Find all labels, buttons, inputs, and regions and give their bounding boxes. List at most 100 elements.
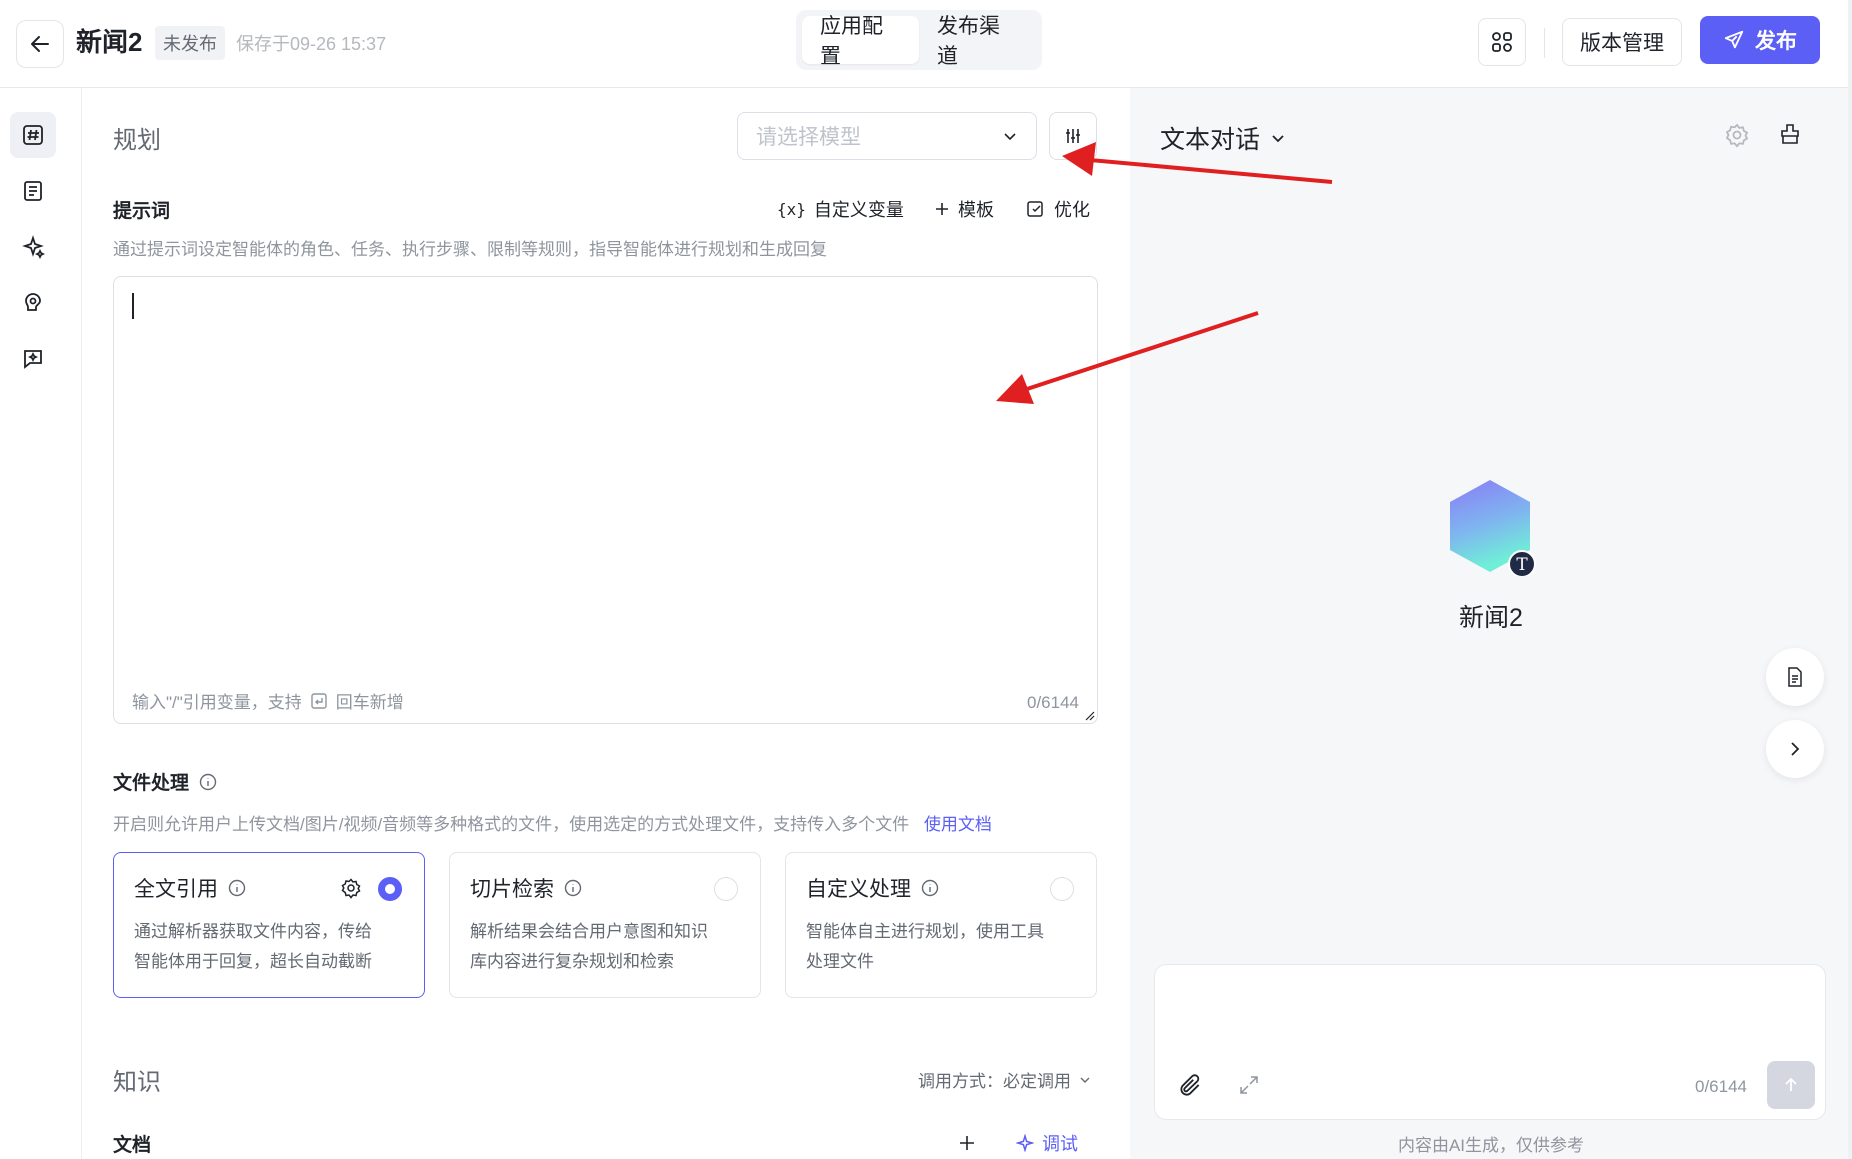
optimize-button[interactable]: 优化 xyxy=(1026,196,1090,222)
config-panel: 规划 请选择模型 提示词 {x} 自定义变量 模板 优化 通过提示词设定智能体的… xyxy=(82,88,1130,1159)
chevron-down-icon xyxy=(1004,133,1016,141)
app-grid-button[interactable] xyxy=(1478,18,1526,66)
publish-button[interactable]: 发布 xyxy=(1700,16,1820,64)
optimize-icon xyxy=(1027,201,1043,217)
card-title: 自定义处理 xyxy=(806,878,911,901)
sparkle-icon xyxy=(22,235,45,259)
rail-item-skills[interactable] xyxy=(10,224,56,270)
sliders-icon xyxy=(1066,129,1080,143)
debug-button[interactable]: 调试 xyxy=(1016,1130,1078,1156)
status-badge: 未发布 xyxy=(155,26,225,60)
brain-icon xyxy=(25,293,41,311)
preview-panel: 文本对话 T 新闻2 0/6144 内容由AI生成，仅供参考 xyxy=(1130,88,1852,1159)
agent-avatar: T xyxy=(1450,480,1536,576)
info-icon[interactable] xyxy=(228,879,246,897)
text-caret xyxy=(132,293,134,319)
model-settings-button[interactable] xyxy=(1049,112,1097,160)
saved-timestamp: 保存于09-26 15:37 xyxy=(236,34,387,54)
chat-mode-select[interactable]: 文本对话 xyxy=(1160,120,1286,156)
prompt-label: 提示词 xyxy=(113,201,171,222)
debug-label: 调试 xyxy=(1042,1134,1078,1154)
file-mode-card-chunk[interactable]: 切片检索 解析结果会结合用户意图和知识 库内容进行复杂规划和检索 xyxy=(449,852,761,998)
paperclip-icon[interactable] xyxy=(1177,1073,1203,1099)
arrow-up-icon xyxy=(1785,1077,1797,1091)
ai-disclaimer: 内容由AI生成，仅供参考 xyxy=(1397,1136,1585,1155)
card-description: 解析结果会结合用户意图和知识 库内容进行复杂规划和检索 xyxy=(470,917,740,977)
info-icon[interactable] xyxy=(921,879,939,897)
chevron-right-icon xyxy=(1791,742,1800,756)
prompt-footer-text: 输入"/"引用变量，支持 xyxy=(132,693,302,712)
planning-title: 规划 xyxy=(113,127,161,154)
info-icon[interactable] xyxy=(199,773,217,791)
rail-item-prompt[interactable] xyxy=(10,112,56,158)
prompt-textarea[interactable]: 输入"/"引用变量，支持 回车新增 0/6144 xyxy=(113,276,1098,724)
variable-icon: {x} xyxy=(777,199,806,219)
list-icon xyxy=(24,181,42,201)
send-icon xyxy=(1724,30,1744,49)
chat-char-count: 0/6144 xyxy=(1695,1077,1747,1096)
plus-icon xyxy=(936,203,948,215)
app-grid-icon xyxy=(1492,32,1512,52)
card-desc-line: 智能体用于回复，超长自动截断 xyxy=(134,952,372,971)
hash-icon xyxy=(23,125,43,145)
docs-float-button[interactable] xyxy=(1766,648,1824,706)
tab-app-config[interactable]: 应用配置 xyxy=(802,15,919,68)
file-processing-heading: 文件处理 xyxy=(113,768,217,795)
chevron-down-icon xyxy=(1080,1077,1090,1083)
info-icon[interactable] xyxy=(564,879,582,897)
radio-selected[interactable] xyxy=(378,877,402,901)
prompt-hint: 通过提示词设定智能体的角色、任务、执行步骤、限制等规则，指导智能体进行规划和生成… xyxy=(113,240,827,259)
file-processing-label: 文件处理 xyxy=(113,773,190,794)
rail-item-variables[interactable] xyxy=(10,168,56,214)
enter-key-icon xyxy=(311,692,327,709)
radio-unselected[interactable] xyxy=(1050,877,1074,901)
card-desc-line: 处理文件 xyxy=(806,952,874,971)
expand-float-button[interactable] xyxy=(1766,720,1824,778)
template-button[interactable]: 模板 xyxy=(934,196,994,222)
usage-doc-link[interactable]: 使用文档 xyxy=(924,815,992,834)
top-bar: 新闻2 未发布 保存于09-26 15:37 应用配置 发布渠道 版本管理 发布 xyxy=(0,0,1852,88)
app-title: 新闻2 xyxy=(76,27,143,57)
clear-history-icon[interactable] xyxy=(1778,122,1802,146)
prompt-footer-tail: 回车新增 xyxy=(335,693,404,712)
model-select[interactable]: 请选择模型 xyxy=(737,112,1037,160)
chat-input-box[interactable]: 0/6144 xyxy=(1154,964,1826,1120)
card-title-row: 全文引用 xyxy=(134,873,404,903)
chat-ai-icon xyxy=(24,350,42,369)
card-title: 切片检索 xyxy=(470,878,554,901)
resize-grip-icon[interactable] xyxy=(1085,711,1095,721)
chevron-down-icon xyxy=(1272,135,1284,143)
sparkle-icon xyxy=(1016,1134,1034,1152)
card-title-row: 切片检索 xyxy=(470,873,740,903)
document-label: 文档 xyxy=(113,1135,152,1156)
knowledge-title: 知识 xyxy=(113,1069,161,1096)
file-processing-hint-text: 开启则允许用户上传文档/图片/视频/音频等多种格式的文件，使用选定的方式处理文件… xyxy=(113,815,910,834)
back-button[interactable] xyxy=(16,20,64,68)
gear-icon[interactable] xyxy=(1724,122,1750,148)
version-management-button[interactable]: 版本管理 xyxy=(1562,18,1682,66)
card-desc-line: 通过解析器获取文件内容，传给 xyxy=(134,922,372,941)
card-desc-line: 智能体自主进行规划，使用工具 xyxy=(806,922,1044,941)
window-edge xyxy=(1848,0,1852,1159)
card-title: 全文引用 xyxy=(134,878,218,901)
call-mode-select[interactable]: 调用方式：必定调用 xyxy=(918,1067,1091,1092)
send-button[interactable] xyxy=(1767,1061,1815,1109)
file-mode-card-custom[interactable]: 自定义处理 智能体自主进行规划，使用工具 处理文件 xyxy=(785,852,1097,998)
radio-unselected[interactable] xyxy=(714,877,738,901)
tab-publish-channels[interactable]: 发布渠道 xyxy=(919,15,1036,68)
call-mode-label: 调用方式：必定调用 xyxy=(918,1072,1071,1091)
expand-icon[interactable] xyxy=(1237,1073,1261,1097)
chat-mode-label: 文本对话 xyxy=(1160,126,1261,154)
rail-item-dialog[interactable] xyxy=(10,336,56,382)
file-mode-card-fulltext[interactable]: 全文引用 通过解析器获取文件内容，传给 智能体用于回复，超长自动截断 xyxy=(113,852,425,998)
gear-icon[interactable] xyxy=(340,877,362,899)
back-arrow-icon xyxy=(31,36,49,52)
add-document-icon[interactable] xyxy=(958,1134,976,1152)
card-description: 智能体自主进行规划，使用工具 处理文件 xyxy=(806,917,1076,977)
document-icon xyxy=(1788,667,1802,687)
optimize-label: 优化 xyxy=(1054,200,1090,220)
custom-variable-button[interactable]: {x} 自定义变量 xyxy=(777,196,904,222)
rail-item-memory[interactable] xyxy=(10,280,56,326)
prompt-footer: 输入"/"引用变量，支持 回车新增 xyxy=(132,688,404,713)
prompt-char-count: 0/6144 xyxy=(1027,693,1079,712)
